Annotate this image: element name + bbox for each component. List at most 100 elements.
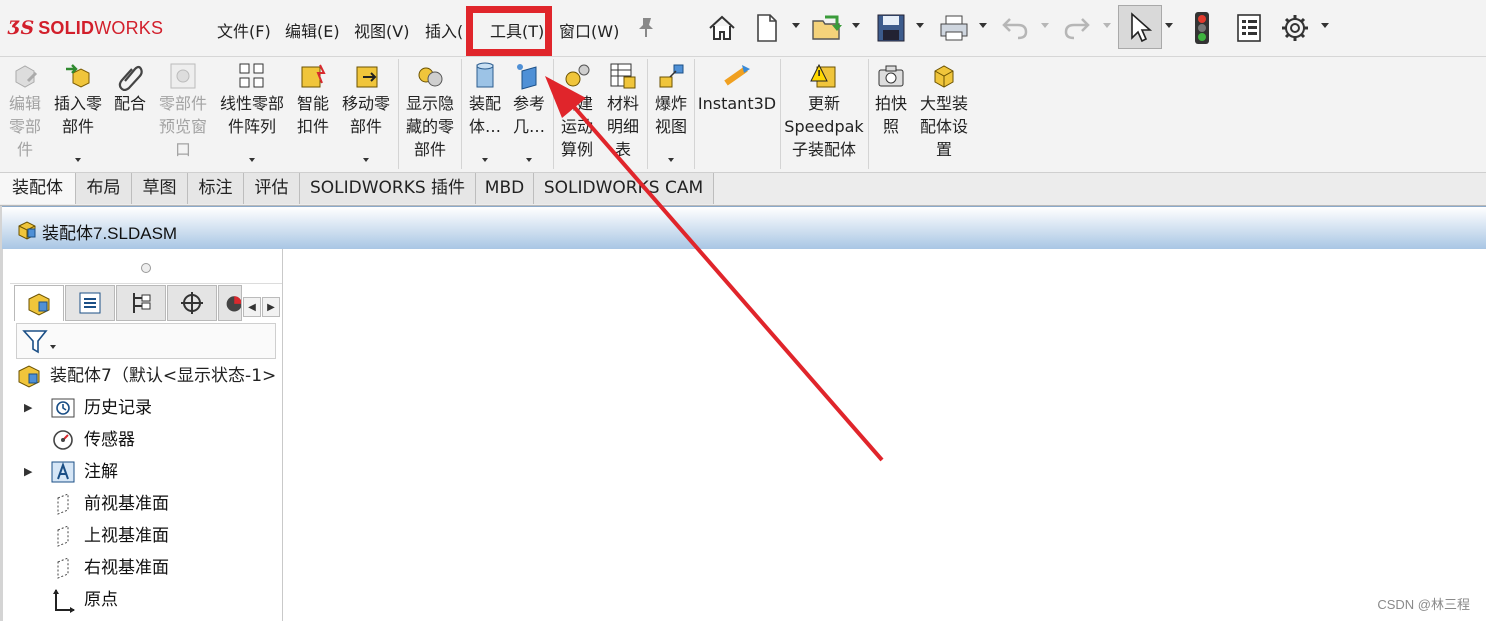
tab-mbd[interactable]: MBD: [476, 173, 534, 204]
reference-geometry-icon: [517, 64, 537, 90]
tree-item-right-plane[interactable]: 右视基准面: [10, 552, 282, 584]
large-assembly-settings-button[interactable]: 大型装 配体设 置: [914, 57, 974, 172]
exploded-view-icon: [659, 64, 684, 88]
tab-configuration-manager[interactable]: [116, 285, 166, 321]
select-button[interactable]: [1118, 5, 1162, 49]
assembly-features-button[interactable]: 装配 体…: [463, 57, 507, 172]
history-icon: [51, 398, 75, 418]
scroll-tabs-left[interactable]: ◀: [243, 297, 261, 317]
instant3d-icon: [724, 65, 750, 86]
rebuild-traffic-light-icon[interactable]: [1188, 8, 1216, 48]
menu-insert[interactable]: 插入(: [425, 18, 465, 42]
tree-item-front-plane[interactable]: 前视基准面: [10, 488, 282, 520]
move-component-button[interactable]: 移动零 部件: [338, 57, 394, 172]
tab-sketch[interactable]: 草图: [132, 173, 188, 204]
redo-icon[interactable]: [1060, 8, 1094, 48]
annotation-icon: [51, 461, 75, 483]
menu-window[interactable]: 窗口(W): [559, 18, 619, 42]
configuration-manager-icon: [133, 293, 151, 313]
options-dropdown-caret[interactable]: [1321, 23, 1329, 28]
instant3d-button[interactable]: Instant3D: [696, 57, 778, 172]
new-motion-study-button[interactable]: 新建 运动 算例: [555, 57, 599, 172]
smart-fasteners-button[interactable]: 智能 扣件: [292, 57, 334, 172]
menu-edit[interactable]: 编辑(E): [285, 18, 340, 42]
tree-item-history[interactable]: ▶ 历史记录: [10, 392, 282, 424]
home-icon[interactable]: [704, 8, 740, 48]
select-dropdown-caret[interactable]: [1165, 23, 1173, 28]
move-component-icon: [356, 66, 378, 88]
scroll-tabs-right[interactable]: ▶: [262, 297, 280, 317]
mate-button[interactable]: 配合: [106, 57, 154, 172]
menu-file[interactable]: 文件(F): [217, 18, 271, 42]
expand-arrow-icon[interactable]: ▶: [24, 456, 32, 488]
manager-tabs: ◀ ▶: [14, 285, 282, 321]
speedpak-warning-icon: [810, 63, 836, 88]
feature-tree-filter[interactable]: [16, 323, 276, 359]
show-hidden-components-button[interactable]: 显示隐 藏的零 部件: [400, 57, 460, 172]
panel-splitter[interactable]: [10, 249, 282, 284]
assembly-icon: [18, 365, 40, 388]
tree-root-label: 装配体7（默认<显示状态-1>: [50, 366, 277, 386]
command-manager-tabs: 装配体 布局 草图 标注 评估 SOLIDWORKS 插件 MBD SOLIDW…: [0, 172, 1486, 206]
component-preview-button[interactable]: 零部件 预览窗 口: [154, 57, 212, 172]
tab-solidworks-addins[interactable]: SOLIDWORKS 插件: [300, 173, 476, 204]
tab-markup[interactable]: 标注: [188, 173, 244, 204]
open-dropdown-caret[interactable]: [852, 23, 860, 28]
bill-of-materials-icon: [610, 63, 636, 89]
undo-dropdown-caret[interactable]: [1041, 23, 1049, 28]
document-title: 装配体7.SLDASM: [42, 224, 178, 243]
update-speedpak-button[interactable]: 更新 Speedpak 子装配体: [782, 57, 866, 172]
print-dropdown-caret[interactable]: [979, 23, 987, 28]
origin-icon: [53, 589, 75, 613]
file-properties-icon[interactable]: [1232, 8, 1266, 48]
expand-arrow-icon[interactable]: ▶: [24, 392, 32, 424]
show-hidden-components-icon: [418, 67, 443, 87]
tree-item-annotations[interactable]: ▶ 注解: [10, 456, 282, 488]
tab-solidworks-cam[interactable]: SOLIDWORKS CAM: [534, 173, 714, 204]
motion-study-gears-icon: [565, 64, 590, 87]
filter-icon: [22, 330, 56, 354]
take-snapshot-button[interactable]: 拍快 照: [870, 57, 912, 172]
exploded-view-button[interactable]: 爆炸 视图: [649, 57, 693, 172]
tab-property-manager[interactable]: [65, 285, 115, 321]
insert-component-button[interactable]: 插入零 部件: [50, 57, 106, 172]
tab-layout[interactable]: 布局: [76, 173, 132, 204]
print-icon[interactable]: [936, 8, 972, 48]
tree-item-sensors[interactable]: 传感器: [10, 424, 282, 456]
tree-root-assembly[interactable]: 装配体7（默认<显示状态-1>: [16, 361, 282, 391]
sensor-icon: [53, 430, 73, 450]
options-gear-icon[interactable]: [1278, 8, 1312, 48]
reference-geometry-button[interactable]: 参考 几…: [507, 57, 551, 172]
open-folder-icon[interactable]: [810, 8, 846, 48]
pin-menu-icon[interactable]: [636, 16, 656, 38]
plane-icon: [57, 525, 69, 547]
command-manager: 编辑 零部 件 插入零 部件 配合 零部件 预览窗 口 线性零部 件阵列 智能 …: [0, 57, 1486, 172]
window-border: [0, 206, 3, 621]
new-dropdown-caret[interactable]: [792, 23, 800, 28]
feature-manager-icon: [28, 292, 50, 316]
document-title-bar[interactable]: 装配体7.SLDASM: [2, 206, 1486, 249]
graphics-area[interactable]: [283, 249, 1486, 621]
bill-of-materials-button[interactable]: 材料 明细 表: [601, 57, 645, 172]
tab-feature-manager[interactable]: [14, 285, 64, 321]
plane-icon: [57, 493, 69, 515]
linear-component-pattern-button[interactable]: 线性零部 件阵列: [216, 57, 288, 172]
redo-dropdown-caret[interactable]: [1103, 23, 1111, 28]
edit-component-icon: [15, 65, 38, 88]
component-preview-icon: [170, 63, 196, 89]
tree-item-origin[interactable]: 原点: [10, 584, 282, 616]
menu-view[interactable]: 视图(V): [354, 18, 409, 42]
save-icon[interactable]: [874, 8, 908, 48]
tab-display-manager[interactable]: [218, 285, 242, 321]
tree-item-top-plane[interactable]: 上视基准面: [10, 520, 282, 552]
crosshair-icon: [181, 292, 203, 314]
tab-dimxpert-manager[interactable]: [167, 285, 217, 321]
tab-assembly[interactable]: 装配体: [0, 173, 76, 204]
solidworks-logo[interactable]: ƷS SOLIDWORKS: [8, 14, 163, 42]
new-document-icon[interactable]: [752, 8, 782, 48]
feature-manager-panel: ◀ ▶ 装配体7（默认<显示状态-1> ▶ 历史记录 传感器 ▶ 注解 前视基准…: [10, 249, 283, 621]
save-dropdown-caret[interactable]: [916, 23, 924, 28]
edit-component-button[interactable]: 编辑 零部 件: [0, 57, 50, 172]
undo-icon[interactable]: [998, 8, 1032, 48]
tab-evaluate[interactable]: 评估: [244, 173, 300, 204]
